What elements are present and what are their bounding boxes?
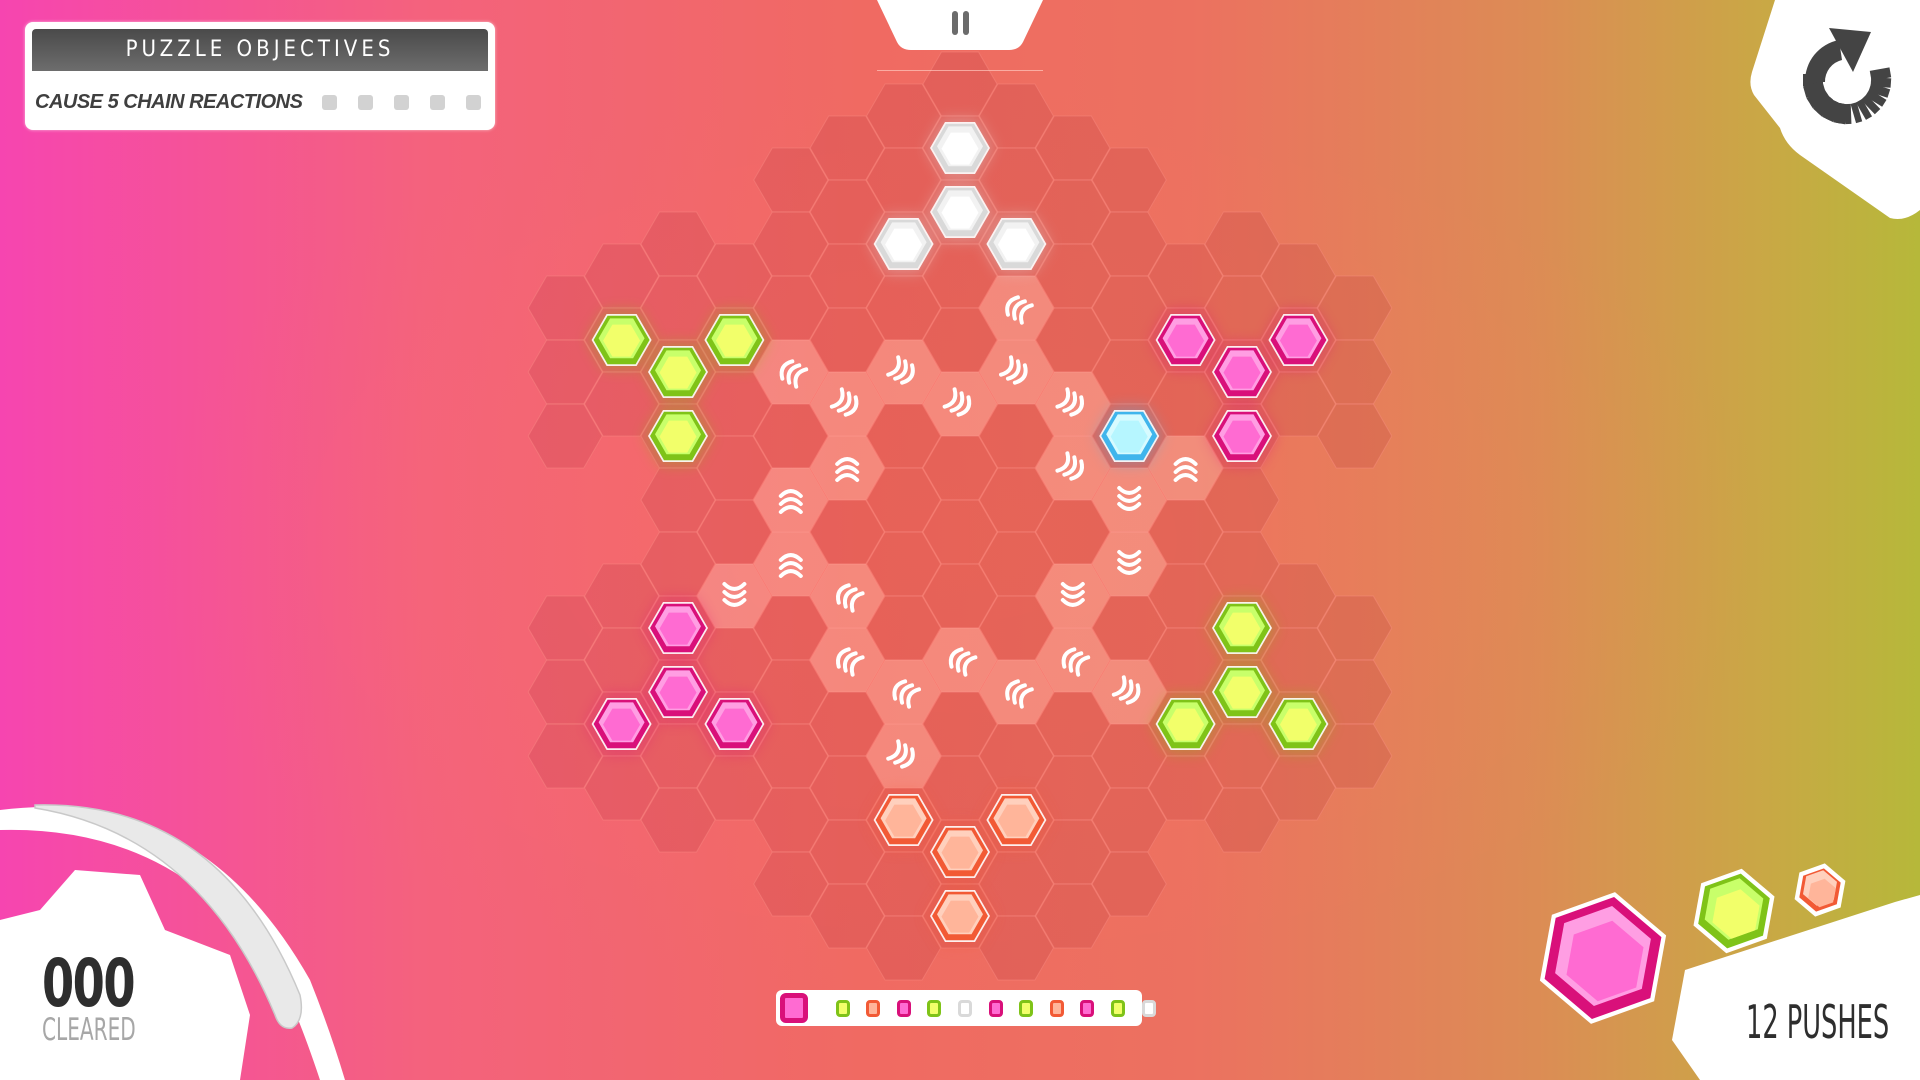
queue-piece-orange — [1049, 1000, 1064, 1017]
next-piece-3 — [1794, 863, 1846, 917]
queue-piece-pink — [896, 1000, 911, 1017]
objective-checkbox — [322, 94, 337, 110]
cleared-label: CLEARED — [42, 1012, 136, 1048]
queue-piece-orange — [866, 1000, 881, 1017]
queue-piece-pink — [1080, 1000, 1095, 1017]
restart-button[interactable] — [1730, 0, 1920, 230]
objective-row: CAUSE 5 CHAIN REACTIONS — [35, 84, 485, 120]
piece-queue — [776, 990, 1156, 1026]
pushes-counter: 12 PUSHES — [1746, 995, 1890, 1049]
pause-button[interactable] — [877, 0, 1043, 50]
queue-piece-lime — [835, 1000, 850, 1017]
objective-checkbox — [466, 94, 481, 110]
pause-divider — [877, 70, 1043, 71]
objectives-title: PUZZLE OBJECTIVES — [32, 29, 488, 71]
objective-progress — [322, 94, 481, 110]
queue-piece-white — [1141, 1000, 1156, 1017]
queue-piece-pink — [988, 1000, 1003, 1017]
queue-piece-lime — [1019, 1000, 1034, 1017]
queue-piece-lime — [1111, 1000, 1125, 1017]
queue-piece-lime — [927, 1000, 942, 1017]
next-piece-2 — [1693, 868, 1775, 954]
objective-checkbox — [394, 94, 409, 110]
pause-tab — [877, 0, 1043, 50]
objective-checkbox — [430, 94, 445, 110]
objective-checkbox — [358, 94, 373, 110]
restart-panel — [1750, 0, 1920, 219]
cleared-count: 000 — [42, 945, 136, 1022]
queue-piece-white — [958, 1000, 972, 1017]
objective-text: CAUSE 5 CHAIN REACTIONS — [35, 90, 303, 113]
puzzle-objectives-panel: PUZZLE OBJECTIVES CAUSE 5 CHAIN REACTION… — [25, 22, 495, 130]
board-cells — [527, 51, 1393, 981]
next-piece-1 — [1539, 892, 1667, 1024]
queue-piece-pink — [780, 993, 808, 1023]
